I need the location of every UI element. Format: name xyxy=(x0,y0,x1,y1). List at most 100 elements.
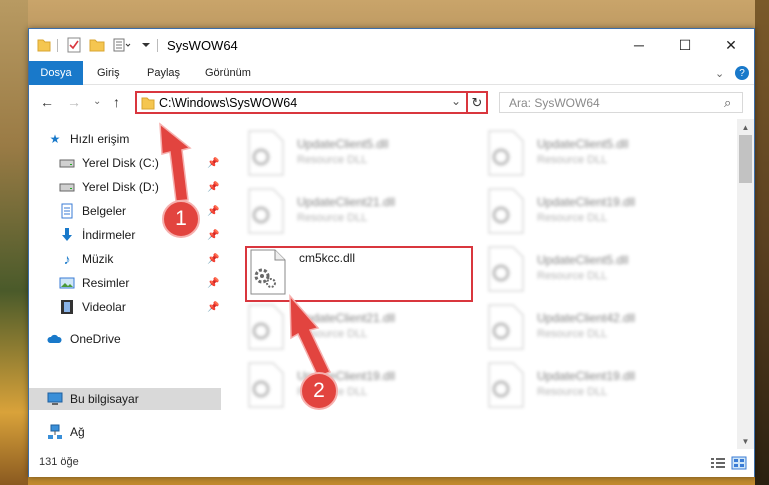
pin-icon[interactable]: 📌 xyxy=(207,206,219,217)
sidebar-item-network[interactable]: Ağ xyxy=(29,421,221,443)
customize-quick-access-icon[interactable] xyxy=(113,37,131,53)
pin-icon[interactable]: 📌 xyxy=(207,278,219,289)
file-item[interactable]: UpdateClient21.dll Resource DLL xyxy=(247,187,477,245)
tab-share[interactable]: Paylaş xyxy=(147,61,180,85)
pin-icon[interactable]: 📌 xyxy=(207,158,219,169)
pictures-icon xyxy=(59,277,75,289)
network-icon xyxy=(48,424,62,439)
sidebar-item-label: Yerel Disk (D:) xyxy=(82,180,159,194)
scroll-thumb[interactable] xyxy=(739,135,752,183)
file-name: UpdateClient21.dll xyxy=(297,311,396,325)
computer-icon xyxy=(47,392,63,405)
video-icon xyxy=(61,300,73,314)
file-description: Resource DLL xyxy=(537,270,608,282)
search-icon[interactable]: ⌕ xyxy=(724,95,731,111)
sidebar-item-videos[interactable]: Videolar 📌 xyxy=(29,296,221,318)
file-name: UpdateClient21.dll xyxy=(297,195,396,209)
pin-icon[interactable]: 📌 xyxy=(207,230,219,241)
sidebar-item-onedrive[interactable]: OneDrive xyxy=(29,328,221,350)
sidebar-item-label: Videolar xyxy=(82,300,126,314)
dll-file-icon xyxy=(248,188,284,234)
recent-locations-button[interactable]: ⌄ xyxy=(93,96,101,107)
folder-icon xyxy=(141,97,155,110)
address-bar[interactable]: C:\Windows\SysWOW64 ⌄ xyxy=(135,91,488,114)
dll-file-icon xyxy=(488,188,524,234)
maximize-button[interactable]: ☐ xyxy=(662,29,708,61)
window-title: SysWOW64 xyxy=(167,38,238,53)
folder-icon xyxy=(37,39,51,52)
pin-icon[interactable]: 📌 xyxy=(207,302,219,313)
dll-file-icon xyxy=(488,246,524,292)
tab-view[interactable]: Görünüm xyxy=(205,61,251,85)
search-placeholder: Ara: SysWOW64 xyxy=(509,96,600,110)
file-item[interactable]: UpdateClient19.dll Resource DLL xyxy=(487,187,717,245)
sidebar-item-local-disk-c[interactable]: Yerel Disk (C:) 📌 xyxy=(29,152,221,174)
refresh-button[interactable]: ↻ xyxy=(466,91,488,114)
sidebar-item-label: Bu bilgisayar xyxy=(70,392,139,406)
sidebar-item-label: Resimler xyxy=(82,276,130,290)
sidebar-item-local-disk-d[interactable]: Yerel Disk (D:) 📌 xyxy=(29,176,221,198)
cloud-icon xyxy=(47,334,62,343)
file-item[interactable]: UpdateClient5.dll Resource DLL xyxy=(487,245,717,303)
ribbon-tabs: Dosya Giriş Paylaş Görünüm ⌄ ? xyxy=(29,61,754,85)
new-folder-icon[interactable] xyxy=(89,37,105,53)
file-description: Resource DLL xyxy=(297,212,368,224)
file-description: Resource DLL xyxy=(537,386,608,398)
navigation-bar: ← → ⌄ ↑ C:\Windows\SysWOW64 ⌄ ↻ Ara: Sys… xyxy=(29,85,754,119)
chevron-down-icon[interactable] xyxy=(141,37,151,53)
large-icons-view-icon[interactable] xyxy=(731,456,747,470)
item-count: 131 öğe xyxy=(39,456,79,468)
title-bar: SysWOW64 ─ ☐ ✕ xyxy=(29,29,754,61)
file-explorer-window: SysWOW64 ─ ☐ ✕ Dosya Giriş Paylaş Görünü… xyxy=(28,28,755,477)
file-name: UpdateClient5.dll xyxy=(537,137,629,151)
sidebar-item-pictures[interactable]: Resimler 📌 xyxy=(29,272,221,294)
back-button[interactable]: ← xyxy=(40,94,54,110)
dll-file-icon xyxy=(488,304,524,350)
file-item[interactable]: UpdateClient19.dll Resource DLL xyxy=(247,361,477,419)
up-button[interactable]: ↑ xyxy=(113,94,120,110)
address-path: C:\Windows\SysWOW64 xyxy=(159,96,298,110)
step-1-badge: 1 xyxy=(162,200,200,238)
sidebar-item-music[interactable]: ♪ Müzik 📌 xyxy=(29,248,221,270)
tab-file[interactable]: Dosya xyxy=(29,61,83,85)
properties-icon[interactable] xyxy=(67,37,81,53)
file-item[interactable]: UpdateClient21.dll Resource DLL xyxy=(247,303,477,361)
file-description: Resource DLL xyxy=(537,154,608,166)
sidebar-item-label: Belgeler xyxy=(82,204,127,218)
sidebar-item-this-pc[interactable]: Bu bilgisayar xyxy=(29,388,221,410)
file-item[interactable]: UpdateClient42.dll Resource DLL xyxy=(487,303,717,361)
address-dropdown-icon[interactable]: ⌄ xyxy=(451,94,461,108)
navigation-pane: ★ Hızlı erişim Yerel Disk (C:) 📌 Yerel D… xyxy=(29,119,221,449)
sidebar-item-quick-access[interactable]: ★ Hızlı erişim xyxy=(29,128,221,150)
sidebar-item-label: Hızlı erişim xyxy=(70,132,130,146)
file-description: Resource DLL xyxy=(297,154,368,166)
help-icon[interactable]: ? xyxy=(735,66,749,80)
dll-file-icon xyxy=(248,304,284,350)
status-bar: 131 öğe xyxy=(29,449,754,477)
sidebar-item-label: Yerel Disk (C:) xyxy=(82,156,159,170)
tab-home[interactable]: Giriş xyxy=(97,61,120,85)
sidebar-item-label: Müzik xyxy=(82,252,114,266)
sidebar-item-label: OneDrive xyxy=(70,332,121,346)
file-item[interactable]: UpdateClient5.dll Resource DLL xyxy=(487,129,717,187)
scroll-down-icon[interactable]: ▼ xyxy=(737,433,754,449)
minimize-button[interactable]: ─ xyxy=(616,29,662,61)
pin-icon[interactable]: 📌 xyxy=(207,182,219,193)
star-icon: ★ xyxy=(49,132,61,146)
details-view-icon[interactable] xyxy=(710,456,726,470)
title-separator xyxy=(157,39,158,52)
forward-button[interactable]: → xyxy=(67,94,81,110)
file-item[interactable]: UpdateClient5.dll Resource DLL xyxy=(247,129,477,187)
ribbon-expand-icon[interactable]: ⌄ xyxy=(715,61,724,85)
vertical-scrollbar[interactable]: ▲ ▼ xyxy=(737,119,754,449)
scroll-up-icon[interactable]: ▲ xyxy=(737,119,754,135)
search-input[interactable]: Ara: SysWOW64 ⌕ xyxy=(499,92,743,113)
documents-icon xyxy=(61,203,73,219)
drive-icon xyxy=(59,183,75,192)
pin-icon[interactable]: 📌 xyxy=(207,254,219,265)
file-name: UpdateClient42.dll xyxy=(537,311,636,325)
close-button[interactable]: ✕ xyxy=(708,29,754,61)
file-item[interactable]: UpdateClient19.dll Resource DLL xyxy=(487,361,717,419)
step-2-badge: 2 xyxy=(300,372,338,410)
drive-icon xyxy=(59,159,75,168)
